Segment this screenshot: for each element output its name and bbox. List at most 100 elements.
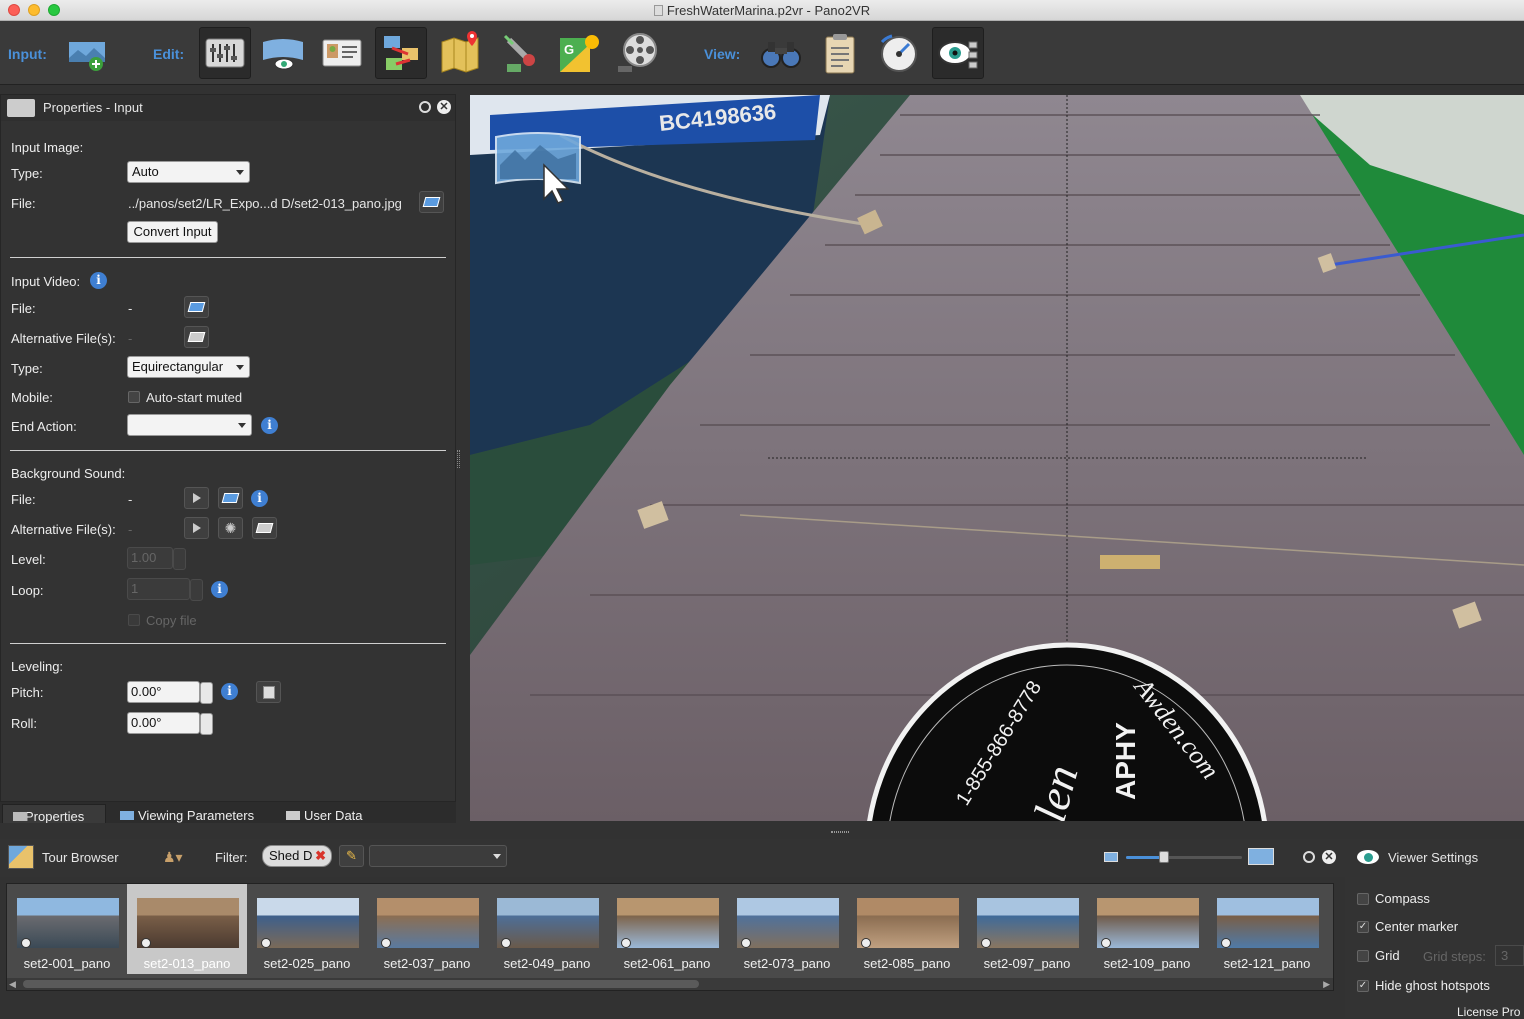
- info-icon[interactable]: i: [90, 272, 107, 289]
- panorama-thumbnail-image: [497, 898, 599, 948]
- animation-button[interactable]: [612, 27, 664, 79]
- info-icon[interactable]: i: [221, 683, 238, 700]
- zoom-window-button[interactable]: [48, 4, 60, 16]
- scrollbar-thumb[interactable]: [23, 980, 699, 988]
- end-action-label: End Action:: [11, 419, 77, 434]
- sound-alt-value: -: [128, 522, 133, 537]
- tour-browser-title: Tour Browser: [42, 850, 119, 865]
- google-maps-icon: G: [560, 35, 599, 72]
- minimize-window-button[interactable]: [28, 4, 40, 16]
- auto-level-button[interactable]: [256, 681, 281, 703]
- edit-filter-button[interactable]: ✎: [339, 845, 364, 867]
- autostart-muted-checkbox[interactable]: [128, 391, 140, 403]
- play-alt-sound-button[interactable]: [184, 517, 209, 539]
- convert-input-button[interactable]: Convert Input: [127, 221, 218, 243]
- thumbnail-item[interactable]: set2-097_pano: [967, 884, 1087, 974]
- watermark-text-right: APHY: [1110, 722, 1141, 800]
- spinner-arrows-icon[interactable]: [173, 548, 186, 570]
- browse-video-button[interactable]: [184, 296, 209, 318]
- browse-sound-button[interactable]: [218, 487, 243, 509]
- thumbnail-item[interactable]: set2-121_pano: [1207, 884, 1327, 974]
- end-action-select[interactable]: [127, 414, 252, 436]
- spinner-arrows-icon[interactable]: [200, 682, 213, 704]
- viewer-settings-toggle-button[interactable]: [932, 27, 984, 79]
- center-marker-checkbox[interactable]: ✓: [1357, 921, 1369, 933]
- level-spinbox[interactable]: 1.00: [127, 547, 186, 570]
- close-window-button[interactable]: [8, 4, 20, 16]
- properties-edit-button[interactable]: [199, 27, 251, 79]
- thumbnail-item[interactable]: set2-073_pano: [727, 884, 847, 974]
- roll-label: Roll:: [11, 716, 38, 731]
- thumbnail-item[interactable]: set2-085_pano: [847, 884, 967, 974]
- hide-ghost-hotspots-checkbox[interactable]: ✓: [1357, 980, 1369, 992]
- tab-label: User Data: [304, 808, 363, 823]
- thumbnail-item[interactable]: set2-037_pano: [367, 884, 487, 974]
- grid-steps-field[interactable]: 3: [1495, 945, 1524, 966]
- loop-spinbox[interactable]: 1: [127, 578, 203, 601]
- float-panel-icon[interactable]: [419, 101, 431, 113]
- alt-sound-settings-button[interactable]: ✺: [218, 517, 243, 539]
- thumbnail-item[interactable]: set2-049_pano: [487, 884, 607, 974]
- info-icon[interactable]: i: [251, 490, 268, 507]
- output-button[interactable]: [814, 27, 866, 79]
- play-sound-button[interactable]: [184, 487, 209, 509]
- filter-label: Filter:: [215, 850, 248, 865]
- thumbnail-size-slider[interactable]: [1126, 851, 1242, 863]
- info-icon[interactable]: i: [261, 417, 278, 434]
- thumbnail-item[interactable]: set2-061_pano: [607, 884, 727, 974]
- browse-alt-video-button[interactable]: [184, 326, 209, 348]
- map-edit-button[interactable]: [434, 27, 486, 79]
- panel-resize-handle[interactable]: [457, 450, 460, 468]
- view-center-button[interactable]: [873, 27, 925, 79]
- float-panel-icon[interactable]: [1303, 851, 1315, 863]
- thumbnail-item[interactable]: set2-001_pano: [7, 884, 127, 974]
- spinner-arrows-icon[interactable]: [200, 713, 213, 735]
- info-icon[interactable]: i: [211, 581, 228, 598]
- scroll-left-icon[interactable]: ◀: [9, 979, 16, 990]
- horizontal-splitter[interactable]: [0, 823, 1524, 839]
- thumbnail-item[interactable]: set2-109_pano: [1087, 884, 1207, 974]
- panorama-viewer[interactable]: BC4198636 1-855-866-8778 Awden.com len A…: [470, 95, 1524, 821]
- properties-header: Properties - Input ✕: [1, 95, 455, 121]
- compass-checkbox[interactable]: [1357, 893, 1369, 905]
- panorama-thumbnail-image: [257, 898, 359, 948]
- clipboard-icon: [825, 34, 855, 74]
- id-card-icon: [286, 811, 300, 820]
- pitch-spinbox[interactable]: 0.00°: [127, 681, 213, 704]
- browse-alt-sound-button[interactable]: [252, 517, 277, 539]
- close-panel-icon[interactable]: ✕: [437, 100, 451, 114]
- browse-file-button[interactable]: [419, 191, 444, 213]
- remove-filter-icon[interactable]: ✖: [315, 846, 326, 866]
- add-input-button[interactable]: [61, 27, 113, 79]
- input-type-select[interactable]: Auto: [127, 161, 250, 183]
- filter-combo[interactable]: [369, 845, 507, 867]
- pencil-icon: ✎: [346, 848, 357, 863]
- copy-file-label: Copy file: [146, 613, 197, 628]
- tour-edit-button[interactable]: [375, 27, 427, 79]
- slider-knob[interactable]: [1159, 851, 1170, 863]
- input-video-heading: Input Video:: [11, 274, 81, 289]
- thumbnail-item[interactable]: set2-025_pano: [247, 884, 367, 974]
- panorama-eye-icon: [120, 811, 134, 820]
- horizontal-scrollbar[interactable]: ◀ ▶: [7, 978, 1333, 990]
- sliders-icon: [7, 99, 35, 117]
- play-icon: [192, 493, 201, 503]
- patch-edit-button[interactable]: [494, 27, 546, 79]
- user-data-button[interactable]: [316, 27, 368, 79]
- input-image-heading: Input Image:: [11, 140, 84, 155]
- filter-tag[interactable]: Shed D ✖: [262, 845, 332, 867]
- grid-steps-value: 3: [1501, 948, 1509, 963]
- scroll-right-icon[interactable]: ▶: [1323, 979, 1330, 990]
- video-type-select[interactable]: Equirectangular: [127, 356, 250, 378]
- thumbnail-item[interactable]: set2-013_pano: [127, 884, 247, 974]
- copy-file-checkbox[interactable]: [128, 614, 140, 626]
- close-panel-icon[interactable]: ✕: [1322, 850, 1336, 864]
- edit-section-label: Edit:: [153, 46, 185, 62]
- google-street-view-button[interactable]: G: [553, 27, 605, 79]
- grid-checkbox[interactable]: [1357, 950, 1369, 962]
- roll-spinbox[interactable]: 0.00°: [127, 712, 213, 735]
- spinner-arrows-icon[interactable]: [190, 579, 203, 601]
- preview-button[interactable]: [755, 27, 807, 79]
- sort-person-icon[interactable]: ♟▾: [163, 849, 183, 865]
- viewing-parameters-button[interactable]: [257, 27, 309, 79]
